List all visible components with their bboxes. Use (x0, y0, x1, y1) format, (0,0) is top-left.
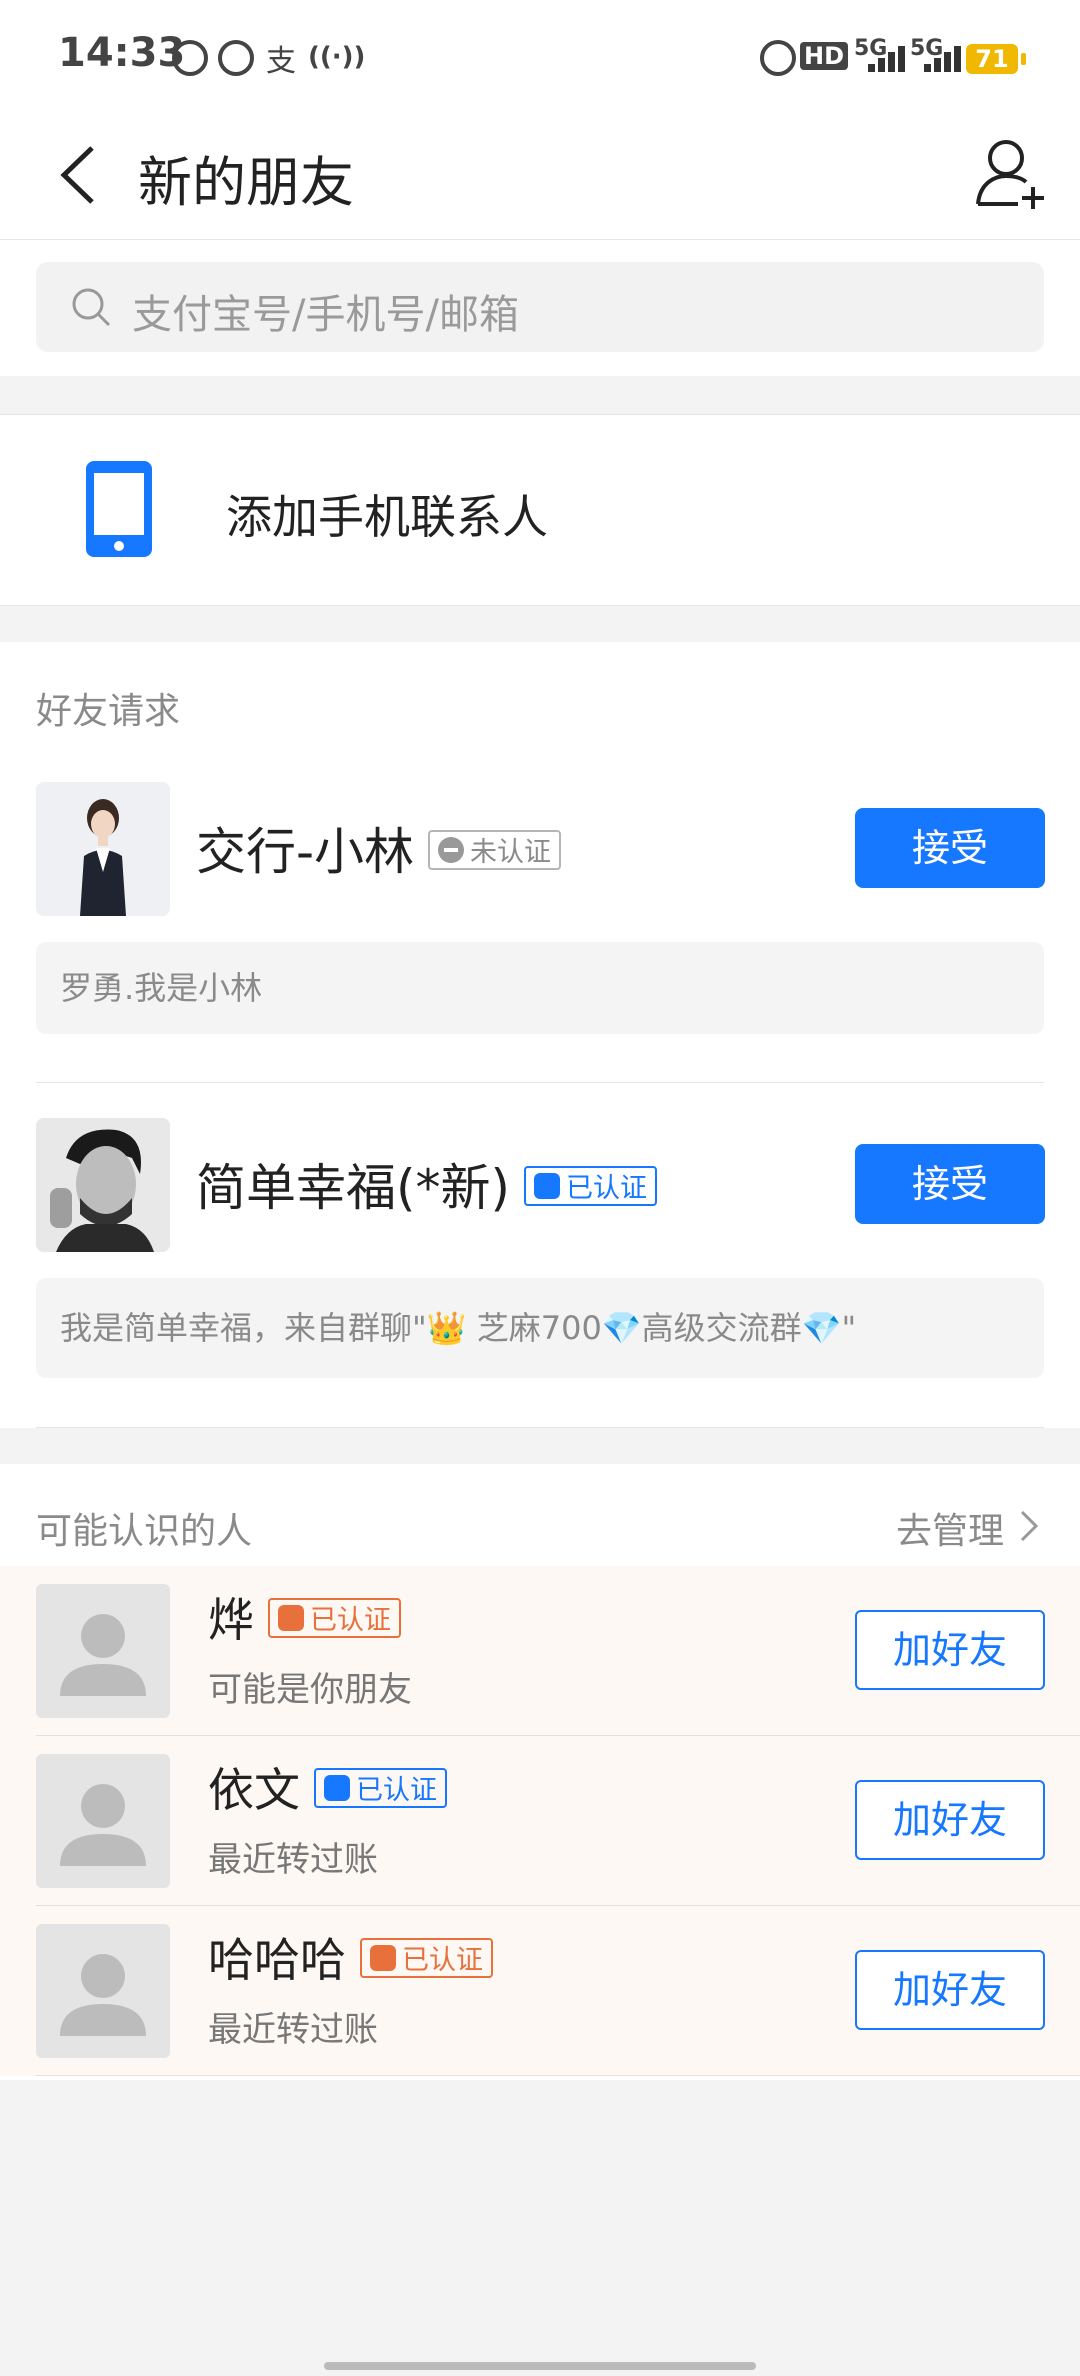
status-time: 14:33 (58, 30, 186, 76)
list-item[interactable]: 哈哈哈 已认证 最近转过账 加好友 (0, 1906, 1080, 2076)
verified-person-icon (324, 1774, 350, 1801)
home-indicator[interactable] (324, 2362, 756, 2370)
app-icon (218, 40, 254, 76)
request-name: 交行-小林 (196, 823, 415, 881)
badge-label: 已认证 (566, 1173, 648, 1204)
default-avatar-icon (36, 1584, 170, 1718)
person-name: 哈哈哈 (208, 1933, 346, 1987)
hd-icon: HD (800, 42, 849, 70)
people-you-may-know-section: 可能认识的人 去管理 烨已认证 可能是你朋友 加好友 依文 已认证 最近转过账 加… (0, 1464, 1080, 2080)
search-placeholder: 支付宝号/手机号/邮箱 (132, 292, 519, 338)
verified-badge: 已认证 (268, 1597, 401, 1638)
list-item[interactable]: 依文 已认证 最近转过账 加好友 (0, 1736, 1080, 1906)
back-arrow-icon[interactable] (52, 140, 112, 210)
signal-icon (858, 38, 908, 72)
battery-icon: 71 (966, 44, 1026, 74)
person-name-row: 哈哈哈 已认证 (208, 1924, 493, 1990)
verified-badge: 已认证 (314, 1767, 447, 1808)
person-subtitle: 最近转过账 (208, 1840, 378, 1880)
person-name: 烨 (208, 1593, 254, 1647)
divider (36, 2075, 1080, 2076)
avatar[interactable] (36, 782, 170, 916)
request-message: 罗勇.我是小林 (36, 942, 1044, 1034)
add-friend-button[interactable]: 加好友 (855, 1950, 1045, 2030)
request-name-row: 简单幸福(*新) 已认证 (196, 1148, 658, 1220)
person-name-row: 烨 已认证 (208, 1584, 401, 1650)
person-name: 依文 (208, 1763, 300, 1817)
manage-link[interactable]: 去管理 (896, 1502, 1004, 1554)
unverified-badge: 未认证 (428, 829, 562, 870)
status-bar: 14:33 支 ((·)) HD 5G 5G 71 (0, 0, 1080, 110)
add-friend-button[interactable]: 加好友 (855, 1780, 1045, 1860)
signal-wave-icon: ((·)) (308, 42, 366, 72)
add-friend-button[interactable]: 加好友 (855, 1610, 1045, 1690)
chevron-right-icon[interactable] (1018, 1508, 1040, 1544)
search-input[interactable]: 支付宝号/手机号/邮箱 (36, 262, 1044, 352)
default-avatar-icon (36, 1754, 170, 1888)
avatar[interactable] (36, 1118, 170, 1252)
accept-button[interactable]: 接受 (855, 1144, 1045, 1224)
phone-icon (86, 461, 152, 557)
badge-label: 已认证 (356, 1775, 437, 1806)
add-phone-contacts-row[interactable]: 添加手机联系人 (0, 414, 1080, 606)
add-friend-icon[interactable] (970, 132, 1050, 212)
default-avatar-icon (36, 1924, 170, 2058)
friend-requests-section: 好友请求 交行-小林 未认证 接受 罗勇.我是小林 简单幸福(*新) 已认证 接受 … (0, 642, 1080, 1428)
search-icon (72, 288, 111, 327)
signal-icon-2 (914, 38, 964, 72)
minus-circle-icon (438, 836, 465, 863)
divider (36, 1082, 1044, 1083)
person-name-row: 依文 已认证 (208, 1754, 447, 1820)
section-title: 好友请求 (36, 691, 181, 732)
verified-person-icon (278, 1604, 304, 1631)
person-subtitle: 最近转过账 (208, 2010, 378, 2050)
badge-label: 未认证 (470, 837, 552, 868)
request-name-row: 交行-小林 未认证 (196, 812, 562, 884)
verified-badge: 已认证 (524, 1165, 658, 1206)
section-title: 可能认识的人 (36, 1511, 253, 1552)
verified-badge: 已认证 (360, 1937, 493, 1978)
verified-person-icon (370, 1944, 396, 1971)
alarm-icon (760, 40, 796, 76)
add-phone-contacts-label: 添加手机联系人 (226, 490, 548, 544)
notification-icon (172, 40, 208, 76)
request-message: 我是简单幸福，来自群聊"👑 芝麻700💎高级交流群💎" (36, 1278, 1044, 1378)
verified-person-icon (534, 1172, 561, 1199)
page-title: 新的朋友 (138, 151, 354, 214)
search-section: 支付宝号/手机号/邮箱 (0, 240, 1080, 376)
person-subtitle: 可能是你朋友 (208, 1670, 412, 1710)
nav-bar: 新的朋友 (0, 110, 1080, 240)
badge-label: 已认证 (402, 1945, 483, 1976)
list-item[interactable]: 烨 已认证 可能是你朋友 加好友 (0, 1566, 1080, 1736)
divider (36, 1427, 1044, 1428)
request-name: 简单幸福(*新) (196, 1159, 511, 1217)
accept-button[interactable]: 接受 (855, 808, 1045, 888)
badge-label: 已认证 (310, 1605, 391, 1636)
alipay-icon: 支 (266, 44, 296, 79)
